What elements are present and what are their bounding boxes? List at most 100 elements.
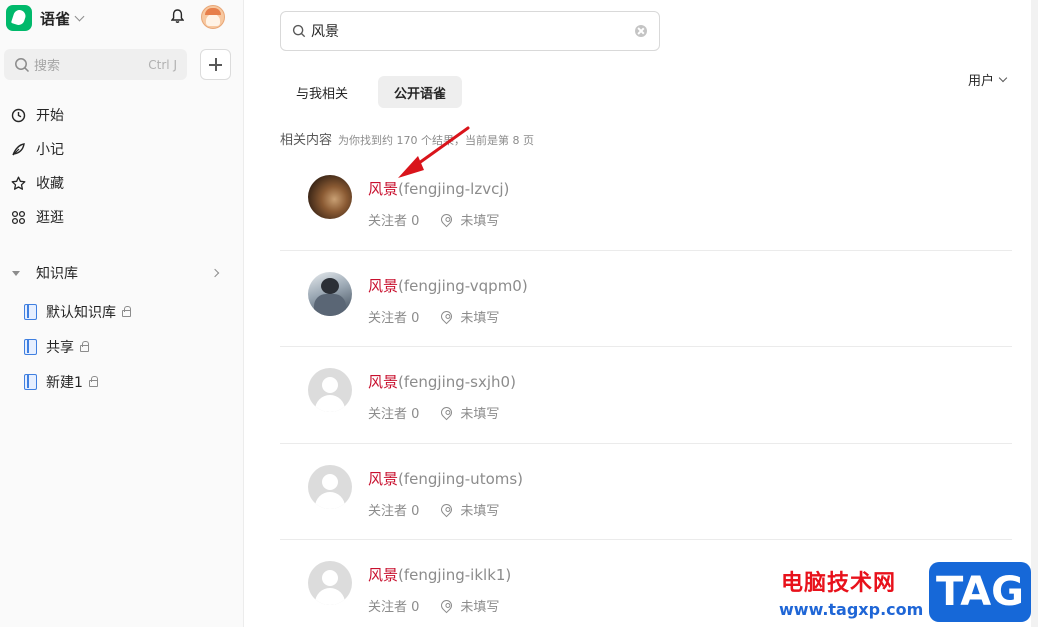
location-text: 未填写 <box>460 214 500 229</box>
result-title[interactable]: 风景(fengjing-vqpm0) <box>368 275 528 296</box>
result-item[interactable]: 风景(fengjing-utoms) 关注者 0 未填写 <box>280 444 1012 540</box>
clock-icon <box>10 107 26 123</box>
result-title-highlight: 风景 <box>368 469 399 488</box>
result-title[interactable]: 风景(fengjing-utoms) <box>368 468 523 489</box>
caret-down-icon[interactable] <box>12 270 20 276</box>
location-pin-icon <box>439 308 455 324</box>
result-title-highlight: 风景 <box>368 276 399 295</box>
kb-item-label: 默认知识库 <box>46 304 116 321</box>
avatar[interactable] <box>308 175 352 219</box>
user-avatar[interactable] <box>201 5 225 29</box>
result-title[interactable]: 风景(fengjing-lzvcj) <box>368 178 509 199</box>
followers-count: 关注者 0 <box>368 310 420 326</box>
sidebar-search-placeholder: 搜索 <box>34 59 61 74</box>
result-meta: 关注者 0 未填写 <box>368 500 499 519</box>
result-title[interactable]: 风景(fengjing-iklk1) <box>368 564 511 585</box>
summary-label: 相关内容 <box>280 133 333 148</box>
result-meta: 关注者 0 未填写 <box>368 596 499 615</box>
result-handle: (fengjing-utoms) <box>398 469 524 488</box>
sidebar: 语雀 搜索 Ctrl J 开始 小记 收藏 逛逛 知识库 默认知识库 共享 新建… <box>0 0 244 627</box>
search-value: 风景 <box>311 24 339 40</box>
result-title[interactable]: 风景(fengjing-sxjh0) <box>368 371 516 392</box>
sidebar-item-label: 小记 <box>36 142 64 158</box>
kb-item-default[interactable]: 默认知识库 <box>0 294 243 329</box>
book-icon <box>24 338 37 355</box>
kb-item-shared[interactable]: 共享 <box>0 329 243 364</box>
chevron-right-icon[interactable] <box>210 268 220 278</box>
kb-item-new1[interactable]: 新建1 <box>0 364 243 399</box>
sidebar-search[interactable]: 搜索 Ctrl J <box>4 49 187 80</box>
location-pin-icon <box>439 211 455 228</box>
location-pin-icon <box>439 597 455 614</box>
bell-icon[interactable] <box>171 9 184 24</box>
avatar[interactable] <box>308 368 352 412</box>
followers-count: 关注者 0 <box>368 214 420 229</box>
avatar[interactable] <box>308 271 352 316</box>
location-pin-icon <box>439 501 455 517</box>
type-filter-dropdown[interactable]: 用户 <box>968 70 1008 89</box>
location-text: 未填写 <box>460 600 500 615</box>
result-title-highlight: 风景 <box>368 373 399 391</box>
lock-icon <box>122 306 131 317</box>
kb-item-label: 共享 <box>46 339 74 356</box>
watermark-site-name: 电脑技术网 <box>781 571 897 596</box>
sidebar-item-label: 收藏 <box>36 176 64 192</box>
result-item[interactable]: 风景(fengjing-vqpm0) 关注者 0 未填写 <box>280 251 1012 347</box>
new-button[interactable] <box>200 49 231 80</box>
tab-public[interactable]: 公开语雀 <box>378 76 463 108</box>
result-handle: (fengjing-vqpm0) <box>398 276 528 295</box>
result-meta: 关注者 0 未填写 <box>368 403 499 422</box>
result-meta: 关注者 0 未填写 <box>368 307 499 326</box>
book-icon <box>24 303 37 320</box>
result-title-highlight: 风景 <box>368 180 399 198</box>
sidebar-item-label: 开始 <box>36 108 64 124</box>
app-switcher[interactable]: 语雀 <box>6 4 85 32</box>
lock-icon <box>88 376 98 387</box>
knowledge-base-title: 知识库 <box>36 266 78 282</box>
result-item[interactable]: 风景(fengjing-lzvcj) 关注者 0 未填写 <box>280 154 1012 251</box>
sidebar-item-label: 逛逛 <box>36 210 64 226</box>
lock-icon <box>80 341 89 352</box>
summary-info: 为你找到约 170 个结果，当前是第 8 页 <box>338 134 534 147</box>
scrollbar[interactable] <box>1031 0 1038 627</box>
followers-count: 关注者 0 <box>368 600 420 615</box>
followers-count: 关注者 0 <box>368 503 420 519</box>
tab-related-to-me[interactable]: 与我相关 <box>280 76 364 108</box>
star-icon <box>10 175 26 191</box>
chevron-down-icon <box>74 11 85 21</box>
sidebar-item-explore[interactable]: 逛逛 <box>0 200 243 234</box>
sidebar-nav: 开始 小记 收藏 逛逛 <box>0 98 243 234</box>
app-window: 语雀 搜索 Ctrl J 开始 小记 收藏 逛逛 知识库 默认知识库 共享 新建… <box>0 0 1038 627</box>
result-handle: (fengjing-sxjh0) <box>398 373 516 391</box>
knowledge-base-list: 默认知识库 共享 新建1 <box>0 294 243 399</box>
location-pin-icon <box>439 404 455 421</box>
sidebar-item-start[interactable]: 开始 <box>0 98 243 132</box>
result-title-highlight: 风景 <box>368 566 399 584</box>
location-text: 未填写 <box>460 407 500 422</box>
grid-icon <box>10 209 26 225</box>
chevron-down-icon <box>998 73 1008 82</box>
feather-icon <box>10 141 26 157</box>
sidebar-item-notes[interactable]: 小记 <box>0 132 243 166</box>
result-item[interactable]: 风景(fengjing-sxjh0) 关注者 0 未填写 <box>280 347 1012 444</box>
result-meta: 关注者 0 未填写 <box>368 210 499 229</box>
location-text: 未填写 <box>460 503 500 519</box>
avatar[interactable] <box>308 561 352 605</box>
result-list: 风景(fengjing-lzvcj) 关注者 0 未填写 风景(fengjing… <box>280 154 1012 627</box>
clear-icon[interactable] <box>635 25 647 37</box>
sidebar-item-favorites[interactable]: 收藏 <box>0 166 243 200</box>
result-handle: (fengjing-lzvcj) <box>398 180 510 198</box>
app-name: 语雀 <box>40 9 71 28</box>
filter-label: 用户 <box>968 74 995 89</box>
location-text: 未填写 <box>460 310 500 326</box>
search-icon <box>292 24 306 38</box>
watermark-tag-logo: TAG <box>929 562 1031 622</box>
search-input[interactable]: 风景 <box>280 11 660 51</box>
result-summary: 相关内容 为你找到约 170 个结果，当前是第 8 页 <box>280 129 534 148</box>
avatar[interactable] <box>308 464 352 509</box>
knowledge-base-section[interactable]: 知识库 <box>0 256 243 290</box>
result-handle: (fengjing-iklk1) <box>398 566 512 584</box>
kb-item-label: 新建1 <box>46 374 83 391</box>
search-tabs: 与我相关 公开语雀 <box>280 76 463 108</box>
search-shortcut: Ctrl J <box>148 57 177 72</box>
